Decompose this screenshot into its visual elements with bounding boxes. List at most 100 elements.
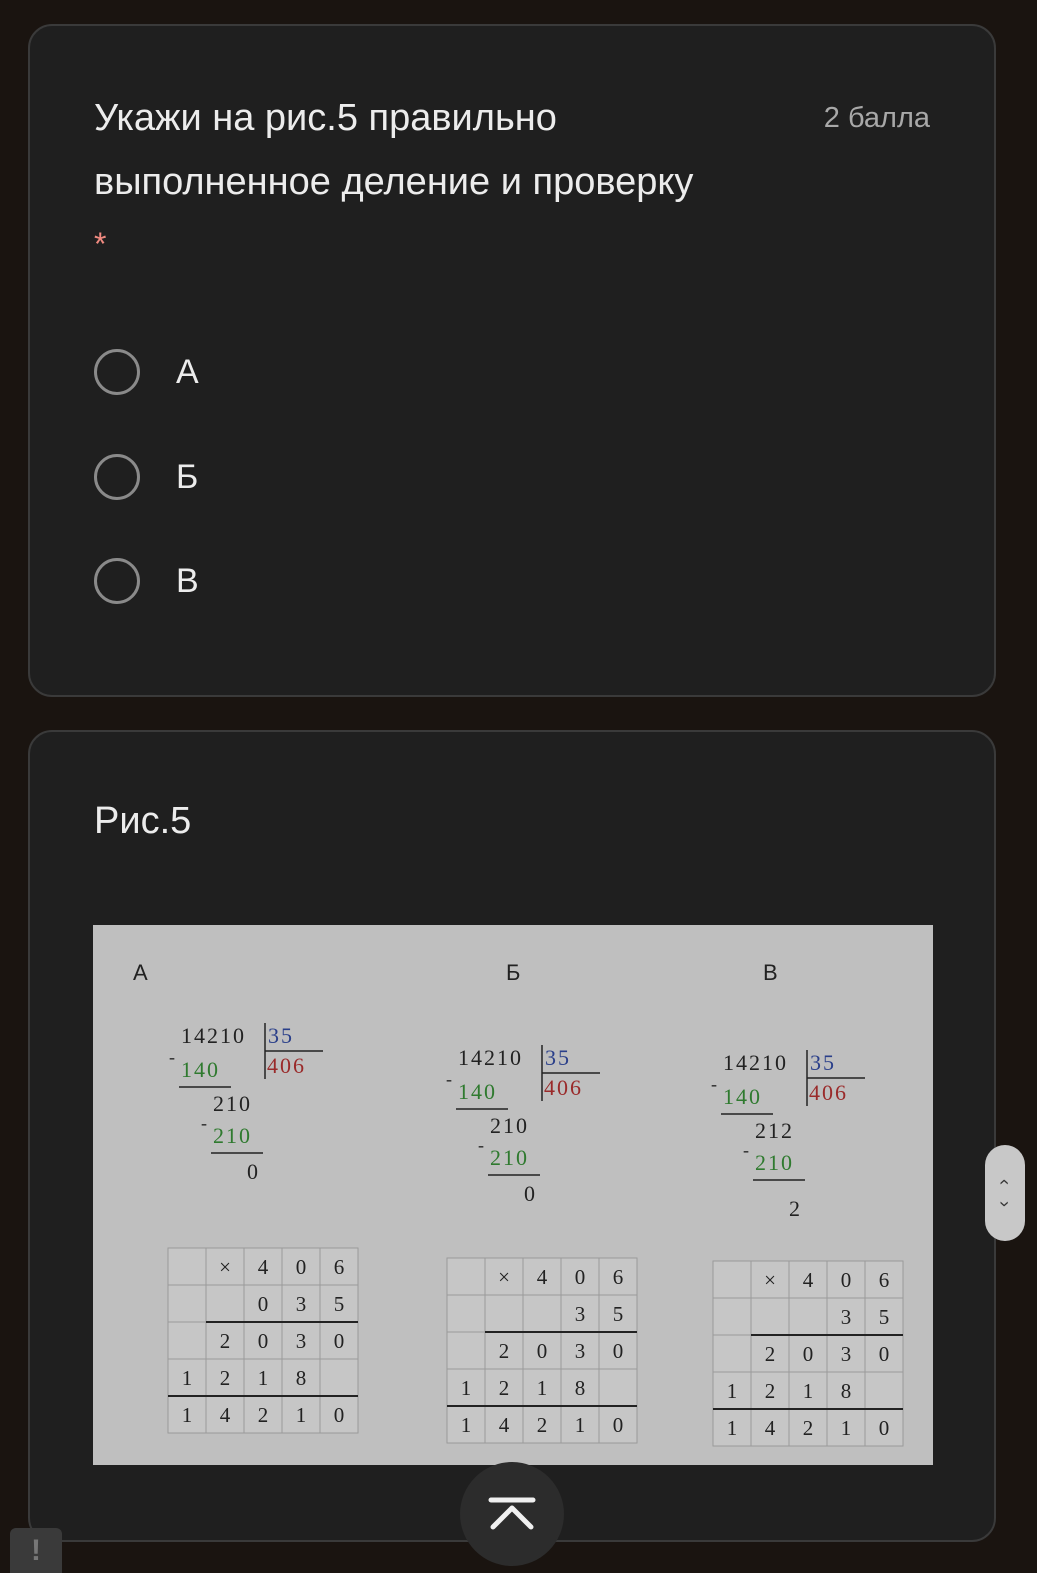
option-label: В	[176, 561, 199, 600]
grid-digit: 2	[499, 1376, 510, 1400]
divisor: 35	[810, 1050, 836, 1075]
required-asterisk: *	[94, 226, 107, 262]
grid-digit: 1	[182, 1403, 193, 1427]
radio-button[interactable]	[94, 454, 140, 500]
grid-digit: 1	[727, 1379, 738, 1403]
division-result: 2	[789, 1196, 800, 1221]
remainder-1: 210	[490, 1113, 529, 1138]
grid-digit: 4	[537, 1265, 548, 1289]
panel-label: В	[763, 960, 778, 985]
grid-digit: 5	[879, 1305, 890, 1329]
grid-digit: 0	[296, 1255, 307, 1279]
grid-digit: 1	[258, 1366, 269, 1390]
subtrahend-2: 210	[755, 1150, 794, 1175]
grid-digit: 3	[296, 1292, 307, 1316]
grid-digit: 6	[613, 1265, 624, 1289]
divisor: 35	[545, 1045, 571, 1070]
question-points: 2 балла	[823, 102, 930, 134]
option-a[interactable]: А	[94, 344, 394, 400]
grid-cell	[167, 1247, 207, 1286]
grid-digit: ×	[219, 1255, 231, 1279]
scroll-to-top-button[interactable]	[460, 1462, 564, 1566]
grid-digit: 0	[841, 1268, 852, 1292]
scroll-pager[interactable]: ‹ ›	[985, 1145, 1025, 1241]
double-chevron-up-icon	[488, 1497, 536, 1530]
chevron-up-icon[interactable]: ‹	[994, 1179, 1016, 1185]
grid-cell	[598, 1368, 638, 1407]
grid-digit: 4	[765, 1416, 776, 1440]
remainder-1: 212	[755, 1118, 794, 1143]
grid-cell	[750, 1297, 790, 1336]
grid-digit: 3	[575, 1339, 586, 1363]
minus-sign: -	[201, 1113, 207, 1133]
option-b[interactable]: Б	[94, 449, 394, 505]
question-title: Укажи на рис.5 правильно выполненное дел…	[94, 97, 694, 203]
dividend: 14210	[723, 1050, 788, 1075]
panel-label: А	[133, 960, 148, 985]
grid-cell	[446, 1294, 486, 1333]
grid-digit: 2	[765, 1379, 776, 1403]
grid-digit: 2	[803, 1416, 814, 1440]
subtrahend-2: 210	[213, 1123, 252, 1148]
division-figure-svg: А14210 35406- 140210- 2100× 4 0 60 3 52 0 3 01 2 1 81 4…	[133, 960, 904, 1447]
grid-digit: 1	[461, 1413, 472, 1437]
remainder-1: 210	[213, 1091, 252, 1116]
quotient: 406	[267, 1053, 306, 1078]
grid-digit: 0	[575, 1265, 586, 1289]
minus-sign: -	[711, 1074, 717, 1094]
grid-digit: 6	[334, 1255, 345, 1279]
dividend: 14210	[458, 1045, 523, 1070]
option-label: А	[176, 352, 199, 391]
grid-digit: 4	[803, 1268, 814, 1292]
division-result: 0	[524, 1181, 535, 1206]
grid-digit: 0	[613, 1413, 624, 1437]
subtrahend-1: 140	[723, 1084, 762, 1109]
grid-digit: ×	[764, 1268, 776, 1292]
radio-button[interactable]	[94, 349, 140, 395]
grid-digit: 0	[879, 1342, 890, 1366]
grid-digit: 0	[803, 1342, 814, 1366]
grid-digit: 2	[765, 1342, 776, 1366]
grid-digit: 8	[841, 1379, 852, 1403]
grid-cell	[788, 1297, 828, 1336]
grid-digit: 8	[296, 1366, 307, 1390]
grid-digit: 5	[613, 1302, 624, 1326]
grid-cell	[712, 1334, 752, 1373]
radio-button[interactable]	[94, 558, 140, 604]
question-card: Укажи на рис.5 правильно выполненное дел…	[28, 24, 996, 697]
grid-cell	[446, 1257, 486, 1296]
grid-cell	[712, 1260, 752, 1299]
grid-digit: 2	[258, 1403, 269, 1427]
grid-digit: 0	[334, 1403, 345, 1427]
minus-sign: -	[743, 1140, 749, 1160]
grid-digit: 2	[537, 1413, 548, 1437]
grid-digit: 2	[499, 1339, 510, 1363]
grid-digit: 2	[220, 1329, 231, 1353]
grid-digit: 0	[258, 1329, 269, 1353]
grid-digit: 0	[879, 1416, 890, 1440]
grid-digit: 1	[182, 1366, 193, 1390]
alert-badge[interactable]: !	[10, 1528, 62, 1573]
grid-digit: 4	[220, 1403, 231, 1427]
subtrahend-1: 140	[181, 1057, 220, 1082]
grid-cell	[446, 1331, 486, 1370]
minus-sign: -	[478, 1135, 484, 1155]
grid-cell	[864, 1371, 904, 1410]
grid-digit: 5	[334, 1292, 345, 1316]
division-figure-image: А 14210 35 406-140 210-210 0 × 4 0 6 0 3 5 2 0 3 0 1 2 1 8 1 4…	[93, 925, 933, 1465]
figure-title: Рис.5	[94, 800, 192, 842]
chevron-down-icon[interactable]: ›	[994, 1201, 1016, 1207]
grid-digit: 0	[334, 1329, 345, 1353]
grid-cell	[167, 1284, 207, 1323]
grid-digit: 3	[296, 1329, 307, 1353]
grid-cell	[712, 1297, 752, 1336]
grid-digit: 4	[258, 1255, 269, 1279]
grid-digit: 2	[220, 1366, 231, 1390]
grid-digit: 1	[537, 1376, 548, 1400]
grid-digit: 0	[537, 1339, 548, 1363]
option-label: Б	[176, 457, 199, 496]
grid-digit: 6	[879, 1268, 890, 1292]
grid-digit: 1	[461, 1376, 472, 1400]
subtrahend-2: 210	[490, 1145, 529, 1170]
option-c[interactable]: В	[94, 553, 394, 609]
